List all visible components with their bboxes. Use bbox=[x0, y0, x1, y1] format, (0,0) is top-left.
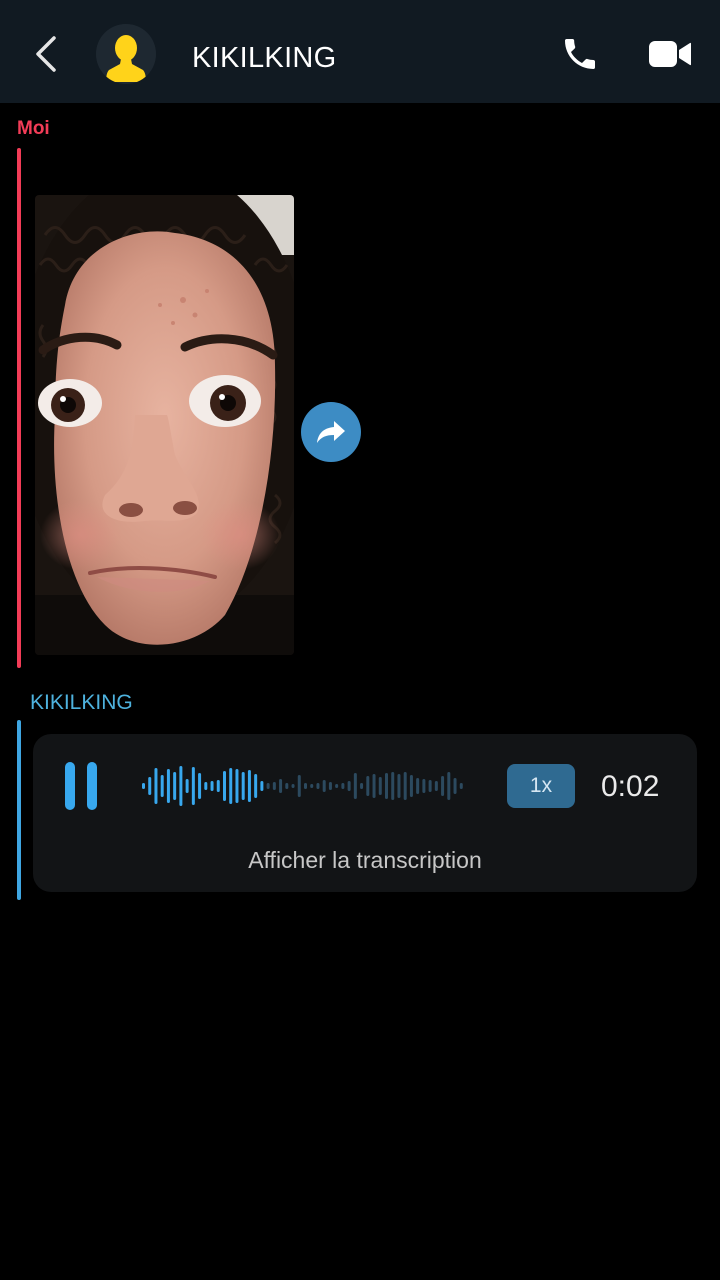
waveform-bar bbox=[428, 780, 432, 792]
waveform-bar bbox=[366, 776, 370, 796]
chat-title[interactable]: KIKILKING bbox=[192, 40, 337, 76]
waveform-bar bbox=[272, 782, 276, 790]
avatar[interactable] bbox=[96, 24, 156, 84]
waveform-bar bbox=[185, 779, 189, 793]
waveform-bar bbox=[310, 784, 314, 788]
video-call-button[interactable] bbox=[644, 34, 696, 74]
waveform-bar bbox=[416, 778, 420, 794]
waveform-bar bbox=[210, 781, 214, 791]
waveform-bar bbox=[409, 775, 413, 797]
waveform-bar bbox=[279, 779, 283, 793]
voice-call-button[interactable] bbox=[556, 32, 604, 76]
back-button[interactable] bbox=[28, 30, 64, 78]
selfie-photo bbox=[35, 195, 294, 655]
chat-header: KIKILKING bbox=[0, 0, 720, 103]
pause-icon-bar-left bbox=[65, 762, 75, 810]
waveform-bar bbox=[198, 773, 202, 799]
chevron-left-icon bbox=[36, 36, 56, 72]
waveform-bar bbox=[204, 782, 208, 790]
waveform-bar bbox=[260, 781, 264, 791]
waveform-bar bbox=[459, 783, 463, 789]
waveform-bar bbox=[378, 777, 382, 795]
waveform-bar bbox=[341, 783, 345, 789]
waveform-bar bbox=[179, 766, 183, 806]
waveform-bar bbox=[403, 772, 407, 800]
waveform-bar bbox=[328, 782, 332, 790]
waveform-bar bbox=[385, 773, 388, 799]
waveform-bar bbox=[397, 774, 401, 798]
waveform-bar bbox=[266, 783, 270, 789]
snap-photo[interactable] bbox=[35, 195, 294, 655]
phone-icon bbox=[565, 39, 595, 69]
waveform-bar bbox=[372, 774, 376, 798]
waveform-bar bbox=[453, 778, 457, 794]
waveform-bar bbox=[447, 772, 451, 800]
waveform-bar bbox=[241, 772, 245, 800]
sender-label-me: Moi bbox=[17, 118, 50, 139]
waveform-bar bbox=[297, 775, 301, 797]
waveform-bar bbox=[160, 775, 164, 797]
video-camera-icon bbox=[649, 41, 691, 67]
share-arrow-icon bbox=[317, 421, 345, 443]
voice-duration: 0:02 bbox=[601, 770, 660, 803]
bitmoji-silhouette-icon bbox=[96, 24, 156, 84]
voice-waveform[interactable] bbox=[141, 756, 465, 816]
waveform-bar bbox=[173, 772, 177, 800]
sender-label-friend: KIKILKING bbox=[30, 691, 133, 714]
pause-icon-bar-right bbox=[87, 762, 97, 810]
waveform-bar bbox=[148, 777, 152, 795]
waveform-bar bbox=[316, 783, 320, 789]
waveform-bar bbox=[391, 772, 395, 800]
playback-speed-button[interactable]: 1x bbox=[507, 764, 575, 808]
message-accent-bar-friend bbox=[17, 720, 21, 900]
waveform-bar bbox=[441, 776, 445, 796]
share-button[interactable] bbox=[301, 402, 361, 462]
waveform-bar bbox=[254, 774, 258, 798]
chat-screen: KIKILKING Moi KIKILKING 1x 0:02 Afficher… bbox=[0, 0, 720, 1280]
waveform-bar bbox=[142, 783, 145, 789]
pause-button[interactable] bbox=[61, 758, 105, 814]
waveform-bar bbox=[229, 768, 233, 804]
waveform-bar bbox=[304, 783, 307, 789]
waveform-bar bbox=[166, 769, 170, 803]
waveform-bar bbox=[285, 783, 289, 789]
waveform-bar bbox=[347, 781, 351, 791]
voice-note-card: 1x 0:02 Afficher la transcription bbox=[33, 734, 697, 892]
waveform-bar bbox=[235, 769, 239, 803]
waveform-bar bbox=[291, 784, 295, 788]
waveform-bar bbox=[360, 783, 364, 789]
waveform-bar bbox=[322, 780, 326, 792]
waveform-bar bbox=[434, 781, 438, 791]
show-transcript-button[interactable]: Afficher la transcription bbox=[33, 845, 697, 875]
waveform-bar bbox=[216, 780, 220, 792]
waveform-bar bbox=[335, 784, 339, 788]
waveform-bar bbox=[353, 773, 357, 799]
waveform-bar bbox=[191, 767, 195, 805]
message-accent-bar-me bbox=[17, 148, 21, 668]
waveform-bar bbox=[154, 768, 158, 804]
waveform-bar bbox=[247, 770, 251, 802]
waveform-bar bbox=[422, 779, 426, 793]
waveform-bar bbox=[223, 771, 226, 801]
